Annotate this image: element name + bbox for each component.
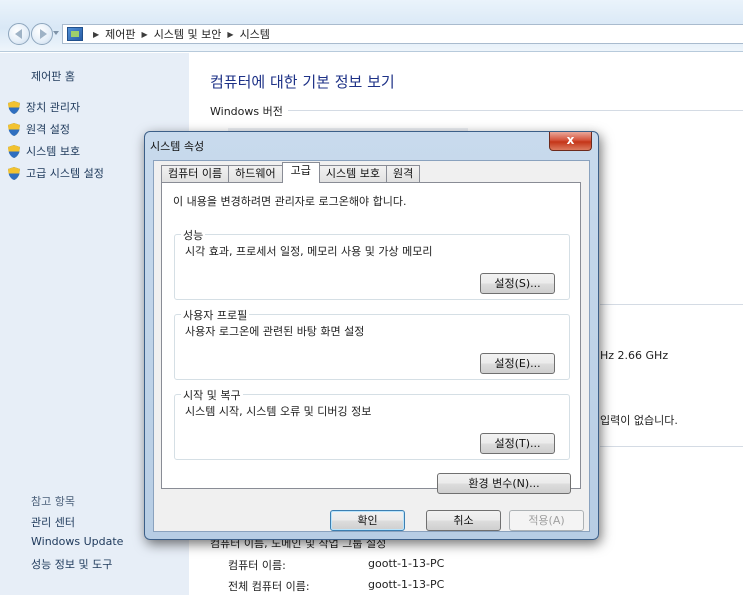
user-profiles-group-title: 사용자 프로필	[181, 307, 250, 323]
windows-edition-heading: Windows 버전	[210, 105, 283, 118]
address-toolbar: ▶ 제어판 ▶ 시스템 및 보안 ▶ 시스템	[0, 0, 743, 52]
user-profiles-group: 사용자 프로필 사용자 로그온에 관련된 바탕 화면 설정 설정(E)...	[174, 307, 570, 380]
breadcrumb-control-panel[interactable]: 제어판	[105, 26, 135, 42]
startup-recovery-group-desc: 시스템 시작, 시스템 오류 및 디버깅 정보	[185, 405, 372, 418]
action-center-link[interactable]: 관리 센터	[31, 514, 75, 530]
uac-shield-icon	[8, 144, 20, 158]
back-button[interactable]	[8, 23, 30, 45]
user-profiles-settings-button[interactable]: 설정(E)...	[480, 353, 555, 374]
nav-remote-settings-label: 원격 설정	[26, 123, 70, 136]
control-panel-home-link[interactable]: 제어판 홈	[31, 68, 75, 84]
system-properties-dialog: 시스템 속성 x 컴퓨터 이름 하드웨어 고급 시스템 보호 원격 이 내용을 …	[144, 131, 599, 540]
performance-group-desc: 시각 효과, 프로세서 일정, 메모리 사용 및 가상 메모리	[185, 245, 433, 258]
close-button[interactable]: x	[549, 132, 592, 151]
address-bar[interactable]: ▶ 제어판 ▶ 시스템 및 보안 ▶ 시스템	[62, 24, 743, 44]
chevron-right-icon: ▶	[227, 29, 234, 39]
dialog-title: 시스템 속성	[150, 140, 205, 153]
user-profiles-group-desc: 사용자 로그온에 관련된 바탕 화면 설정	[185, 325, 365, 338]
tab-remote[interactable]: 원격	[385, 165, 421, 183]
nav-advanced-settings-label: 고급 시스템 설정	[26, 167, 104, 180]
see-also-heading: 참고 항목	[31, 495, 75, 508]
advanced-tab-page: 이 내용을 변경하려면 관리자로 로그온해야 합니다. 성능 시각 효과, 프로…	[161, 182, 581, 494]
startup-recovery-group: 시작 및 복구 시스템 시작, 시스템 오류 및 디버깅 정보 설정(T)...	[174, 387, 570, 460]
tab-system-protection[interactable]: 시스템 보호	[318, 165, 387, 183]
full-computer-name-label: 전체 컴퓨터 이름:	[228, 580, 310, 593]
nav-system-protection-label: 시스템 보호	[26, 145, 81, 158]
section-divider	[600, 304, 743, 305]
windows-update-link[interactable]: Windows Update	[31, 535, 123, 548]
performance-settings-button[interactable]: 설정(S)...	[480, 273, 555, 294]
page-title: 컴퓨터에 대한 기본 정보 보기	[210, 73, 395, 91]
tab-computer-name[interactable]: 컴퓨터 이름	[161, 165, 230, 183]
tab-hardware[interactable]: 하드웨어	[228, 165, 283, 183]
chevron-right-icon: ▶	[141, 29, 148, 39]
full-computer-name-value: goott-1-13-PC	[368, 578, 445, 591]
dialog-body: 컴퓨터 이름 하드웨어 고급 시스템 보호 원격 이 내용을 변경하려면 관리자…	[153, 160, 590, 532]
cancel-button[interactable]: 취소	[426, 510, 501, 531]
pen-touch-text: 입력이 없습니다.	[600, 414, 678, 427]
environment-variables-button[interactable]: 환경 변수(N)...	[437, 473, 571, 494]
nav-remote-settings[interactable]: 원격 설정	[8, 121, 70, 137]
breadcrumb-system[interactable]: 시스템	[240, 26, 270, 42]
admin-note: 이 내용을 변경하려면 관리자로 로그온해야 합니다.	[173, 195, 407, 208]
breadcrumb-system-security[interactable]: 시스템 및 보안	[154, 26, 222, 42]
chevron-right-icon: ▶	[93, 29, 100, 39]
tab-advanced[interactable]: 고급	[281, 162, 320, 183]
nav-device-manager-label: 장치 관리자	[26, 101, 81, 114]
startup-recovery-group-title: 시작 및 복구	[181, 387, 243, 403]
recent-pages-dropdown-icon[interactable]	[53, 31, 59, 35]
section-divider	[600, 446, 743, 447]
forward-button[interactable]	[31, 23, 53, 45]
nav-system-protection[interactable]: 시스템 보호	[8, 143, 80, 159]
performance-tools-link[interactable]: 성능 정보 및 도구	[31, 556, 112, 572]
uac-shield-icon	[8, 122, 20, 136]
tab-strip: 컴퓨터 이름 하드웨어 고급 시스템 보호 원격	[161, 162, 421, 183]
startup-recovery-settings-button[interactable]: 설정(T)...	[480, 433, 555, 454]
nav-device-manager[interactable]: 장치 관리자	[8, 99, 80, 115]
performance-group-title: 성능	[181, 227, 206, 243]
nav-advanced-settings[interactable]: 고급 시스템 설정	[8, 165, 104, 181]
performance-group: 성능 시각 효과, 프로세서 일정, 메모리 사용 및 가상 메모리 설정(S)…	[174, 227, 570, 300]
close-icon: x	[566, 133, 575, 147]
uac-shield-icon	[8, 100, 20, 114]
forward-arrow-icon	[40, 29, 47, 39]
processor-speed-text: Hz 2.66 GHz	[600, 349, 669, 362]
uac-shield-icon	[8, 166, 20, 180]
computer-name-value: goott-1-13-PC	[368, 557, 445, 570]
control-panel-icon	[67, 27, 83, 41]
apply-button[interactable]: 적용(A)	[509, 510, 584, 531]
back-arrow-icon	[15, 29, 22, 39]
ok-button[interactable]: 확인	[330, 510, 405, 531]
section-divider	[288, 110, 743, 111]
computer-name-label: 컴퓨터 이름:	[228, 559, 286, 572]
